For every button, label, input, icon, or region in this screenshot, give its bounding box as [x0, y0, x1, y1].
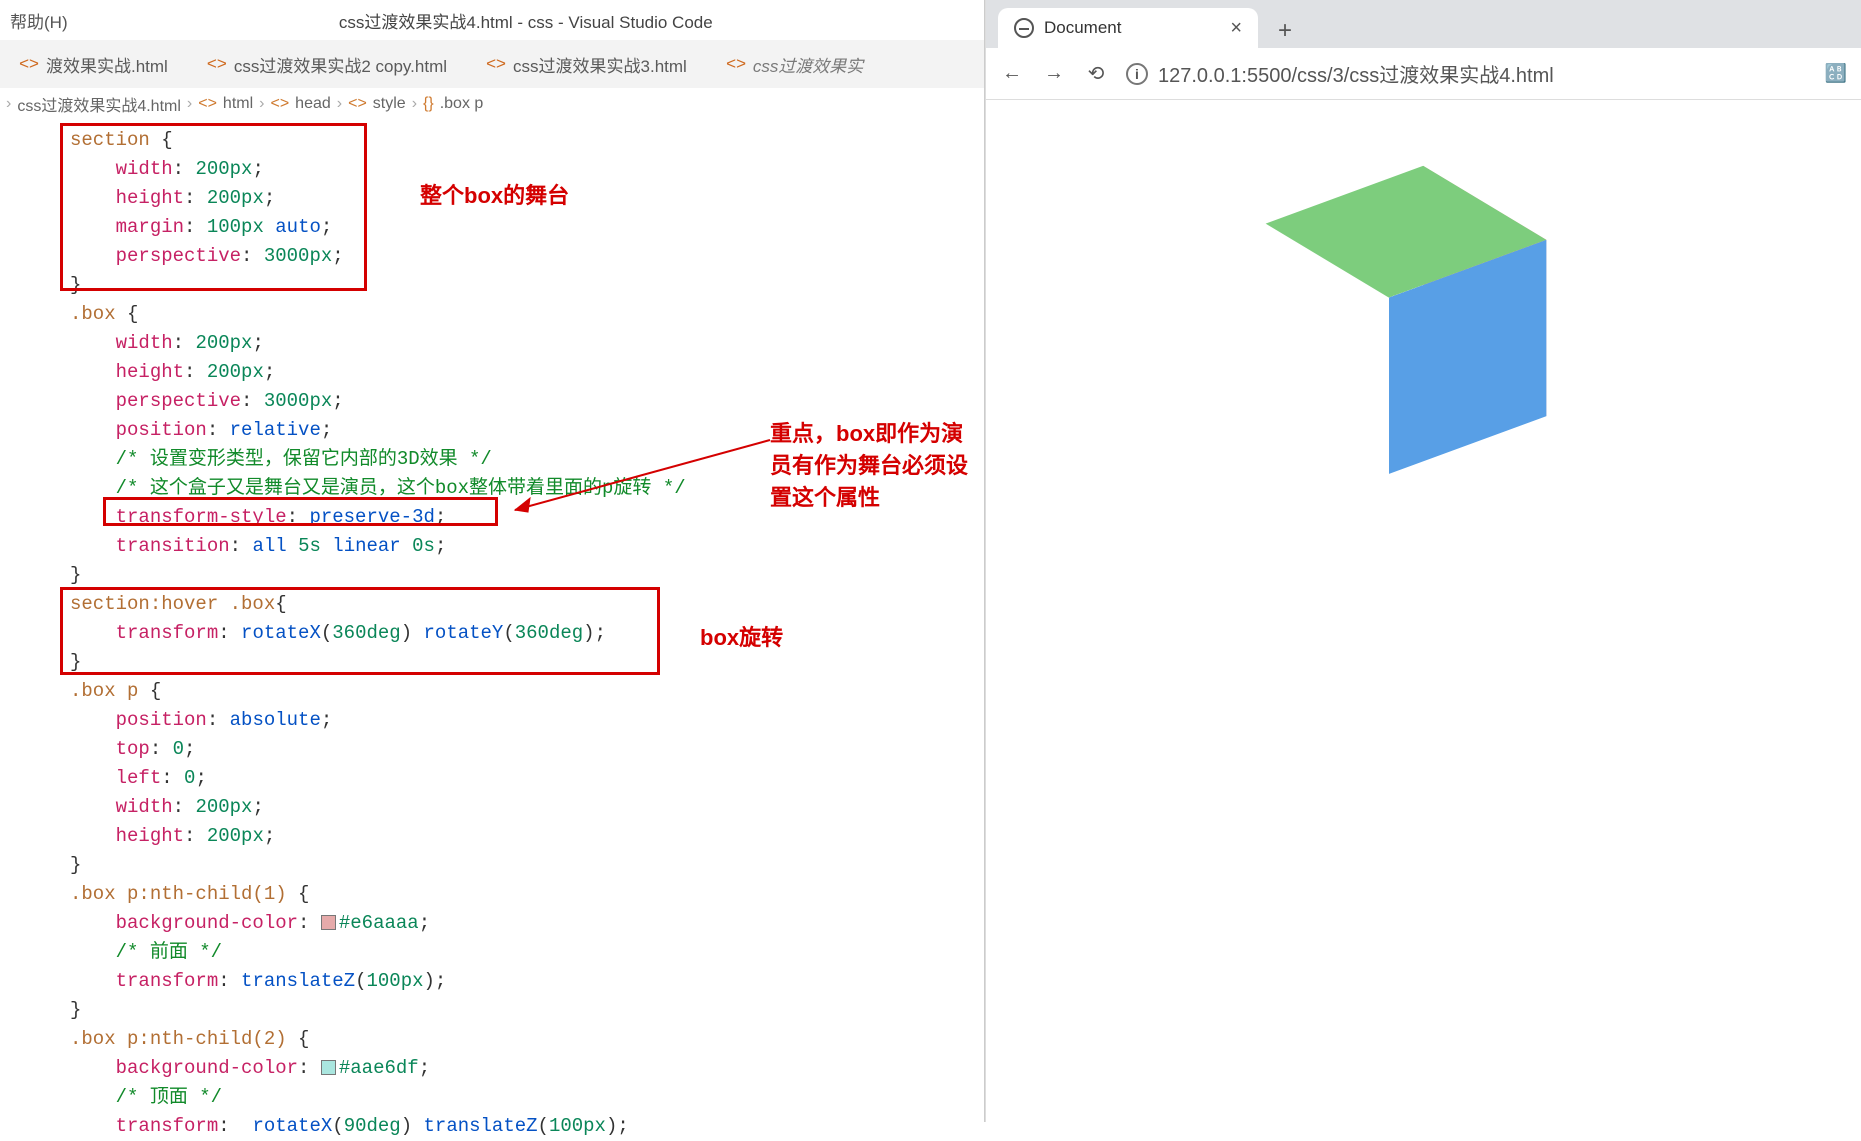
chrome-tab-title: Document — [1044, 18, 1121, 38]
back-button[interactable]: ← — [1000, 62, 1024, 85]
rendered-page — [986, 100, 1861, 1122]
code-icon: <> — [487, 55, 505, 73]
vscode-titlebar: 帮助(H) css过渡效果实战4.html - css - Visual Stu… — [0, 0, 984, 40]
chrome-tab[interactable]: Document × — [998, 8, 1258, 48]
annotation-text-1: 整个box的舞台 — [420, 178, 569, 210]
code-icon: <> — [270, 95, 289, 113]
tab-label: 渡效果实战.html — [46, 52, 168, 77]
crumb[interactable]: html — [223, 95, 253, 113]
new-tab-button[interactable]: + — [1268, 14, 1302, 48]
chrome-tabstrip: Document × + — [986, 0, 1861, 48]
editor-tab-3[interactable]: <> css过渡效果实 — [707, 40, 884, 88]
site-info-icon[interactable]: i — [1126, 63, 1148, 85]
breadcrumb[interactable]: › css过渡效果实战4.html ›<> html ›<> head ›<> … — [0, 88, 984, 120]
globe-icon — [1014, 18, 1034, 38]
color-swatch — [321, 915, 336, 930]
editor-tab-1[interactable]: <> css过渡效果实战2 copy.html — [188, 40, 467, 88]
code-icon: <> — [208, 55, 226, 73]
menu-help[interactable]: 帮助(H) — [10, 8, 68, 33]
color-swatch — [321, 1060, 336, 1075]
editor-tab-0[interactable]: <> 渡效果实战.html — [0, 40, 188, 88]
url-text: 127.0.0.1:5500/css/3/css过渡效果实战4.html — [1158, 59, 1554, 88]
chevron-right-icon: › — [412, 95, 417, 113]
brace-icon: {} — [423, 95, 434, 113]
crumb[interactable]: .box p — [440, 95, 484, 113]
crumb[interactable]: css过渡效果实战4.html — [17, 92, 181, 116]
code-icon: <> — [20, 55, 38, 73]
chevron-right-icon: › — [337, 95, 342, 113]
vscode-window: 帮助(H) css过渡效果实战4.html - css - Visual Stu… — [0, 0, 985, 1122]
chevron-right-icon: › — [187, 95, 192, 113]
chrome-toolbar: ← → ⟲ i 127.0.0.1:5500/css/3/css过渡效果实战4.… — [986, 48, 1861, 100]
annotation-text-2: 重点，box即作为演员有作为舞台必须设置这个属性 — [770, 416, 984, 512]
window-title: css过渡效果实战4.html - css - Visual Studio Co… — [68, 8, 984, 33]
annotation-text-3: box旋转 — [700, 620, 783, 652]
translate-icon[interactable]: 🔠 — [1825, 63, 1847, 84]
chevron-right-icon: › — [6, 95, 11, 113]
editor-tab-2[interactable]: <> css过渡效果实战3.html — [467, 40, 707, 88]
code-editor[interactable]: section { width: 200px; height: 200px; m… — [0, 120, 984, 1141]
chevron-right-icon: › — [259, 95, 264, 113]
close-icon[interactable]: × — [1230, 17, 1242, 40]
crumb[interactable]: head — [295, 95, 331, 113]
reload-button[interactable]: ⟲ — [1084, 61, 1108, 86]
code-icon: <> — [198, 95, 217, 113]
code-icon: <> — [348, 95, 367, 113]
chrome-window: Document × + ← → ⟲ i 127.0.0.1:5500/css/… — [985, 0, 1861, 1122]
editor-tabs: <> 渡效果实战.html <> css过渡效果实战2 copy.html <> cs… — [0, 40, 984, 88]
css-cube — [1327, 203, 1485, 437]
forward-button[interactable]: → — [1042, 62, 1066, 85]
code-icon: <> — [727, 55, 745, 73]
crumb[interactable]: style — [373, 95, 406, 113]
tab-label: css过渡效果实战3.html — [513, 52, 687, 77]
address-bar[interactable]: i 127.0.0.1:5500/css/3/css过渡效果实战4.html — [1126, 59, 1807, 88]
tab-label: css过渡效果实 — [753, 52, 864, 77]
annotation-arrow — [500, 430, 800, 530]
tab-label: css过渡效果实战2 copy.html — [234, 52, 447, 77]
